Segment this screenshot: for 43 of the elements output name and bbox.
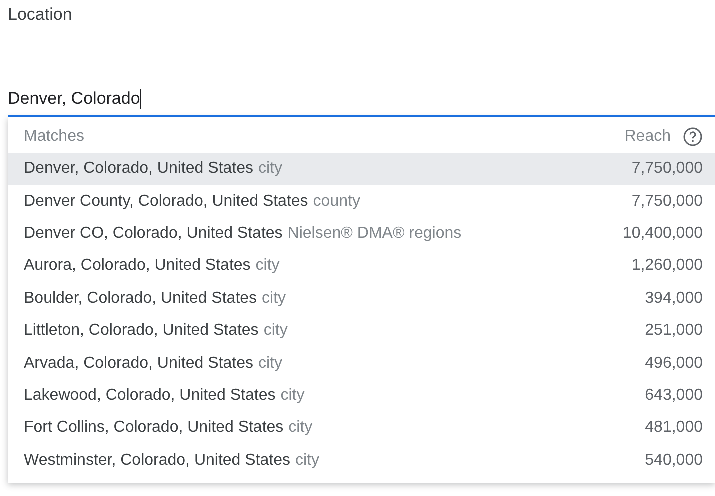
- match-name: Aurora, Colorado, United States: [24, 257, 251, 276]
- reach-value: 1,260,000: [632, 257, 703, 276]
- match-name: Lakewood, Colorado, United States: [24, 386, 276, 405]
- suggestion-row[interactable]: Arvada, Colorado, United States city 496,000: [8, 347, 715, 380]
- match-name: Denver CO, Colorado, United States: [24, 224, 283, 243]
- suggestion-row[interactable]: Denver, Colorado, United States city 7,750,000: [8, 153, 715, 186]
- suggestion-row[interactable]: Fort Collins, Colorado, United States city 481,000: [8, 412, 715, 445]
- reach-value: 251,000: [645, 322, 703, 340]
- reach-value: 394,000: [645, 290, 703, 308]
- match-name: Fort Collins, Colorado, United States: [24, 419, 284, 438]
- match-type: city: [264, 322, 288, 340]
- match-name: Boulder, Colorado, United States: [24, 290, 258, 308]
- match-name: Denver County, Colorado, United States: [24, 192, 308, 211]
- reach-value: 481,000: [645, 419, 703, 438]
- match-name: Denver, Colorado, United States: [24, 160, 254, 178]
- suggestion-row[interactable]: Aurora, Colorado, United States city 1,260,000: [8, 250, 715, 283]
- suggestion-row[interactable]: Denver CO, Colorado, United States Nielsen® DMA® regions 10,400,000: [8, 218, 715, 250]
- reach-value: 7,750,000: [632, 160, 703, 178]
- column-header: Reach: [624, 128, 671, 146]
- suggestion-row[interactable]: Boulder, Colorado, United States city 394,000: [8, 282, 715, 315]
- match-name: Arvada, Colorado, United States: [24, 354, 254, 373]
- match-type: city: [258, 160, 282, 178]
- match-type: county: [313, 192, 360, 211]
- field-label: Location: [8, 5, 72, 25]
- suggestion-row[interactable]: Littleton, Colorado, United States city 251,000: [8, 314, 715, 348]
- match-type: city: [256, 257, 280, 276]
- reach-value: 7,750,000: [632, 192, 703, 211]
- match-type: Nielsen® DMA® regions: [288, 224, 462, 243]
- match-type: city: [288, 419, 313, 438]
- reach-value: 643,000: [645, 386, 703, 405]
- match-name: Westminster, Colorado, United States: [24, 452, 290, 470]
- reach-value: 540,000: [645, 452, 703, 470]
- match-type: city: [280, 386, 305, 405]
- suggestion-row[interactable]: Lakewood, Colorado, United States city 643,000: [8, 380, 715, 412]
- match-type: city: [258, 354, 282, 373]
- reach-value: 496,000: [645, 354, 703, 373]
- column-header: Matches: [24, 128, 84, 146]
- reach-value: 10,400,000: [622, 224, 703, 243]
- match-type: city: [296, 452, 320, 470]
- suggestion-row[interactable]: Westminster, Colorado, United States city 540,000: [8, 444, 715, 477]
- match-name: Littleton, Colorado, United States: [24, 322, 259, 340]
- match-type: city: [262, 290, 286, 308]
- suggestion-row[interactable]: Denver County, Colorado, United States county 7,750,000: [8, 185, 715, 218]
